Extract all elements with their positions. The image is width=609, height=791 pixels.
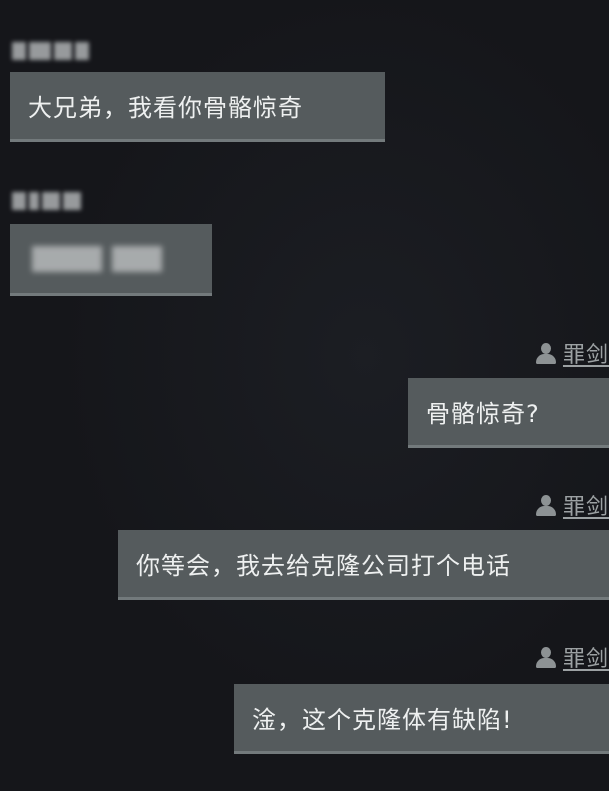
blurred-sender-name	[12, 192, 81, 210]
message-text: 大兄弟，我看你骨骼惊奇	[28, 94, 303, 122]
message-bubble-right[interactable]: 淦，这个克隆体有缺陷!	[234, 684, 609, 754]
sender-name[interactable]: 罪剑	[563, 641, 609, 673]
blur-block	[54, 42, 72, 60]
sender-name[interactable]: 罪剑	[563, 489, 609, 521]
sender-row-left-2	[12, 186, 81, 216]
person-icon	[535, 341, 557, 365]
blur-block	[29, 42, 51, 60]
blur-block	[29, 192, 39, 210]
blur-block	[12, 42, 26, 60]
sender-row-right-2: 罪剑	[535, 490, 609, 520]
sender-row-left-1	[12, 36, 89, 66]
person-icon	[535, 493, 557, 517]
message-text: 骨骼惊奇?	[426, 400, 540, 428]
blurred-message-text	[32, 245, 102, 272]
blur-block	[63, 192, 81, 210]
sender-row-right-1: 罪剑	[535, 338, 609, 368]
message-text: 淦，这个克隆体有缺陷!	[252, 706, 513, 734]
sender-row-right-3: 罪剑	[535, 642, 609, 672]
sender-name[interactable]: 罪剑	[563, 337, 609, 369]
blur-block	[75, 42, 89, 60]
message-bubble-left[interactable]: 大兄弟，我看你骨骼惊奇	[10, 72, 385, 142]
blur-block	[42, 192, 60, 210]
message-bubble-right[interactable]: 骨骼惊奇?	[408, 378, 609, 448]
chat-screen: 大兄弟，我看你骨骼惊奇 罪剑 骨骼惊奇? 罪剑 你等会，我去给克隆公司打个电话	[0, 0, 609, 791]
message-bubble-right[interactable]: 你等会，我去给克隆公司打个电话	[118, 530, 609, 600]
blurred-message-text	[112, 245, 162, 272]
blurred-sender-name	[12, 42, 89, 60]
blur-block	[12, 192, 26, 210]
message-text: 你等会，我去给克隆公司打个电话	[136, 552, 511, 580]
person-icon	[535, 645, 557, 669]
message-bubble-left-blurred[interactable]	[10, 224, 212, 296]
